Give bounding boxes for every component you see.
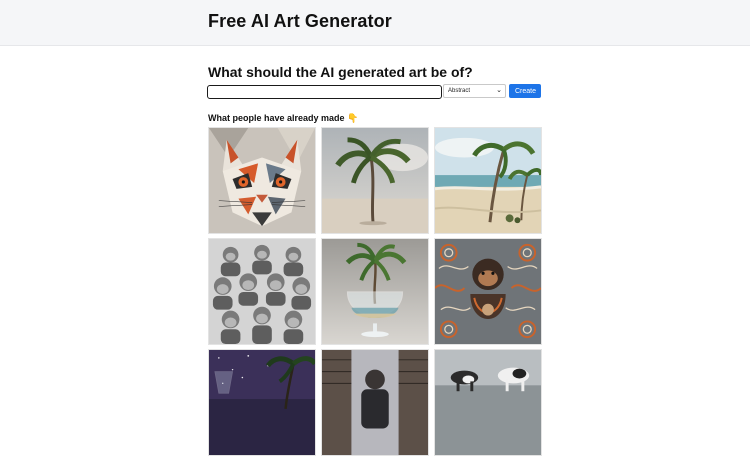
gallery-image-library-person[interactable] [321, 349, 429, 456]
gallery-image-monkeys-grayscale[interactable] [208, 238, 316, 345]
gallery-image-palm-tree-in-glass[interactable] [321, 238, 429, 345]
prompt-heading: What should the AI generated art be of? [208, 64, 473, 80]
gallery-image-night-glass-palm[interactable] [208, 349, 316, 456]
style-select[interactable]: Abstract ⌄ [443, 84, 506, 98]
create-button[interactable]: Create [509, 84, 541, 98]
gallery-grid [208, 127, 542, 456]
chevron-down-icon: ⌄ [496, 87, 502, 94]
gallery-heading-text: What people have already made [208, 113, 345, 123]
gallery-image-palm-tree-beach[interactable] [321, 127, 429, 234]
gallery-image-palm-trees-beach[interactable] [434, 127, 542, 234]
gallery-image-dogs-beach[interactable] [434, 349, 542, 456]
app-title: Free AI Art Generator [208, 11, 392, 31]
style-select-value: Abstract [448, 88, 471, 94]
gallery-heading: What people have already made 👇 [208, 113, 358, 124]
gallery-image-ornate-monkey[interactable] [434, 238, 542, 345]
header-bar: Free AI Art Generator [0, 0, 750, 46]
gallery-image-geometric-cat[interactable] [208, 127, 316, 234]
prompt-input[interactable] [207, 85, 442, 99]
pointing-down-icon: 👇 [347, 113, 359, 123]
